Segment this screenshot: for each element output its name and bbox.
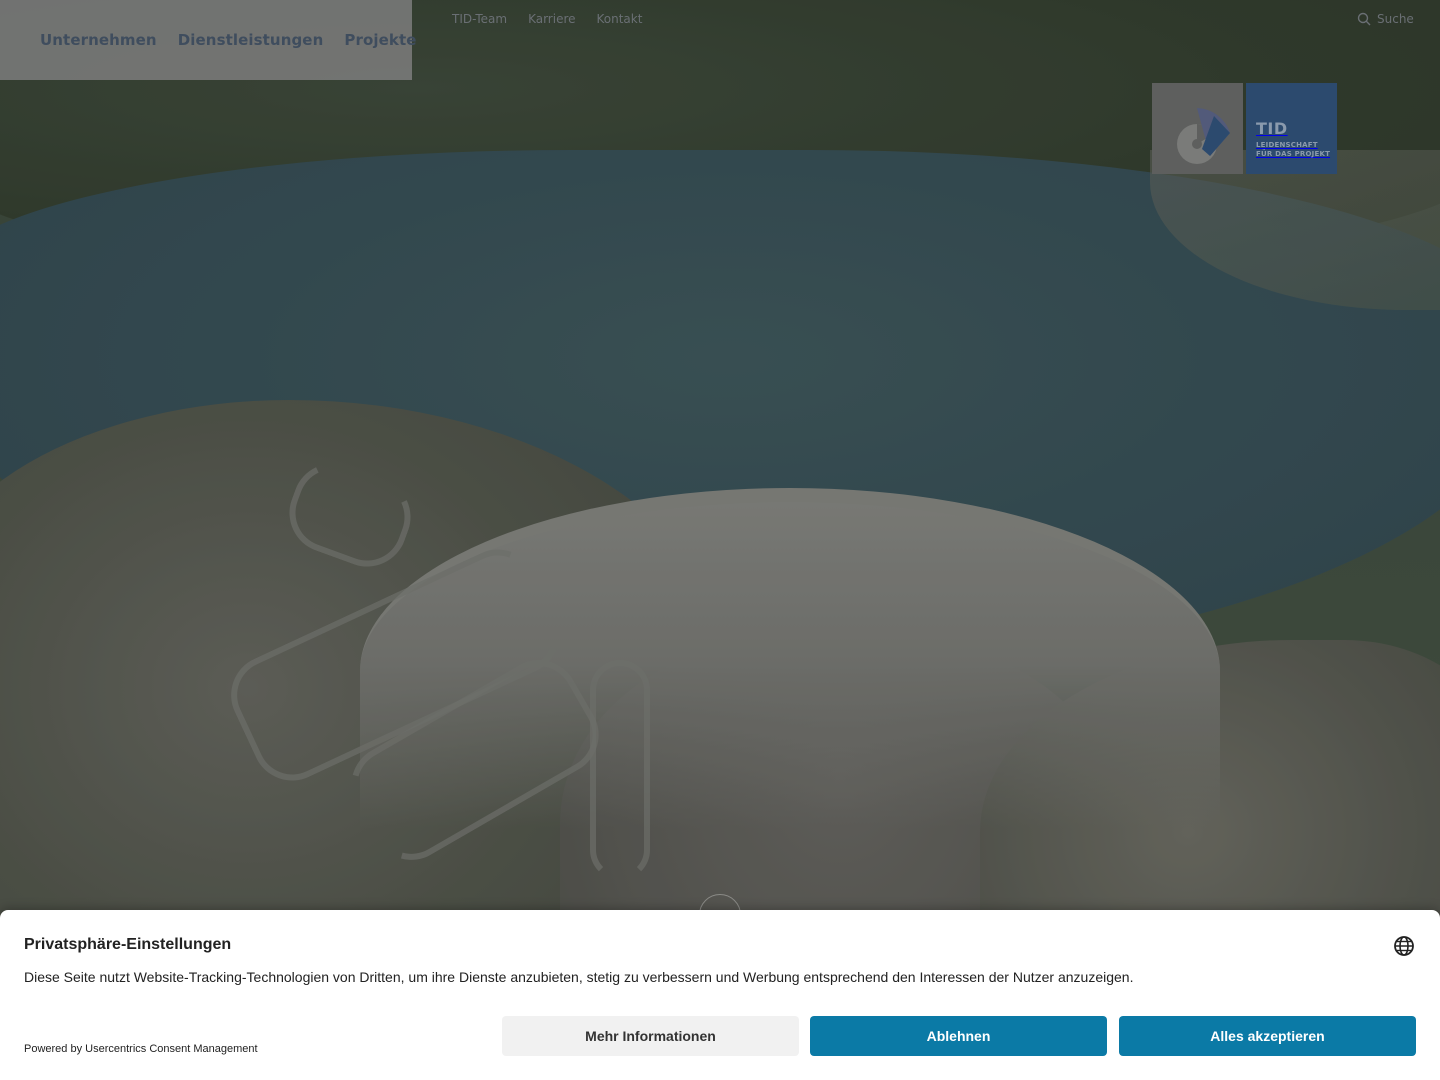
accept-all-button[interactable]: Alles akzeptieren xyxy=(1119,1016,1416,1056)
tid-logo[interactable]: TID LEIDENSCHAFT FÜR DAS PROJEKT xyxy=(1152,83,1337,174)
search-icon xyxy=(1357,12,1371,26)
nav-dienstleistungen[interactable]: Dienstleistungen xyxy=(178,31,324,49)
logo-mark xyxy=(1152,83,1243,174)
nav-kontakt[interactable]: Kontakt xyxy=(597,12,643,26)
logo-claim-2: FÜR DAS PROJEKT xyxy=(1256,150,1331,158)
consent-title: Privatsphäre-Einstellungen xyxy=(24,936,232,953)
search-button[interactable]: Suche xyxy=(1357,12,1414,26)
logo-wordmark: TID LEIDENSCHAFT FÜR DAS PROJEKT xyxy=(1246,83,1337,174)
more-info-button[interactable]: Mehr Informationen xyxy=(502,1016,799,1056)
nav-projekte[interactable]: Projekte xyxy=(344,31,416,49)
logo-name: TID xyxy=(1256,119,1288,138)
logo-claim-1: LEIDENSCHAFT xyxy=(1256,141,1318,149)
deny-button[interactable]: Ablehnen xyxy=(810,1016,1107,1056)
powered-by-link[interactable]: Powered by Usercentrics Consent Manageme… xyxy=(24,1043,258,1055)
consent-description: Diese Seite nutzt Website-Tracking-Techn… xyxy=(24,969,1134,985)
logo-symbol-icon xyxy=(1177,108,1230,164)
nav-karriere[interactable]: Karriere xyxy=(528,12,575,26)
nav-tid-team[interactable]: TID-Team xyxy=(452,12,507,26)
search-label: Suche xyxy=(1377,12,1414,26)
nav-unternehmen[interactable]: Unternehmen xyxy=(40,31,157,49)
meta-navigation: TID-Team Karriere Kontakt xyxy=(452,12,642,26)
consent-banner: Privatsphäre-Einstellungen Diese Seite n… xyxy=(0,910,1440,1080)
main-navigation: Unternehmen Dienstleistungen Projekte xyxy=(0,0,416,80)
globe-icon[interactable] xyxy=(1393,935,1415,957)
